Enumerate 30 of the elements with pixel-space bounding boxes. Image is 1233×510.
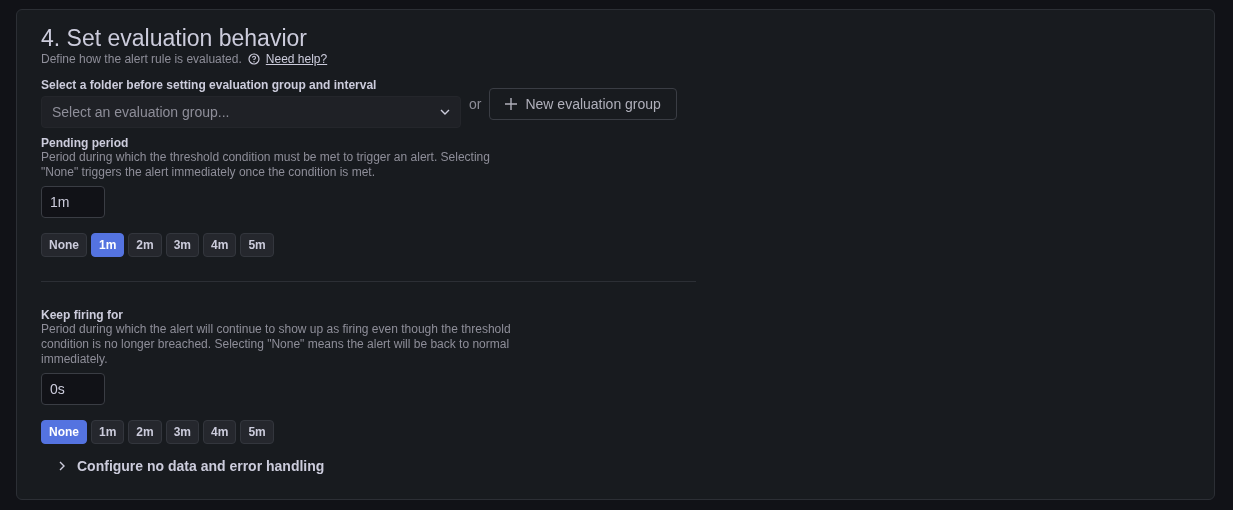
group-label: Select a folder before setting evaluation group and interval — [41, 78, 378, 92]
plus-icon — [505, 98, 518, 110]
or-text: or — [469, 96, 482, 112]
period-option[interactable]: 5m — [240, 420, 274, 444]
period-input[interactable]: 1m — [41, 186, 105, 218]
period-option[interactable]: 4m — [203, 233, 237, 257]
period-option[interactable]: 1m — [91, 420, 125, 444]
period-option[interactable]: 5m — [240, 233, 274, 257]
period-label: Keep firing for — [41, 308, 124, 322]
period-option[interactable]: 2m — [128, 233, 162, 257]
period-input[interactable]: 0s — [41, 373, 105, 405]
period-option[interactable]: 2m — [128, 420, 162, 444]
period-description: Period during which the threshold condition must be met to trigger an alert. Selecting "None" triggers the alert immediately once the condition is met. — [41, 150, 491, 180]
new-evaluation-group-button[interactable]: New evaluation group — [489, 88, 677, 120]
evaluation-group-select[interactable]: Select an evaluation group... — [41, 96, 461, 128]
chevron-right-icon — [59, 461, 65, 471]
section-description: Define how the alert rule is evaluated. — [41, 52, 242, 66]
period-description: Period during which the alert will continue to show up as firing even though the threshold condition is no longer breached. Selecting "None" means the alert will be back to normal immediately. — [41, 322, 512, 367]
period-option[interactable]: None — [41, 233, 87, 257]
period-option[interactable]: 4m — [203, 420, 237, 444]
section-title: 4. Set evaluation behavior — [41, 24, 308, 52]
period-option[interactable]: 1m — [91, 233, 125, 257]
period-option[interactable]: None — [41, 420, 87, 444]
period-label: Pending period — [41, 136, 130, 150]
chevron-down-icon — [440, 109, 450, 115]
help-link[interactable]: Need help? — [265, 52, 328, 66]
error-handling-toggle[interactable]: Configure no data and error handling — [59, 458, 325, 474]
help-icon — [247, 53, 260, 65]
period-option[interactable]: 3m — [165, 233, 200, 257]
period-option[interactable]: 3m — [165, 420, 200, 444]
